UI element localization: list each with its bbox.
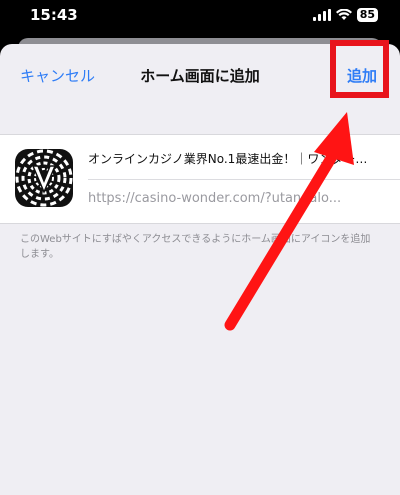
status-bar: 15:43 85	[0, 0, 400, 34]
signal-icon	[312, 9, 331, 21]
highlight-box	[330, 40, 389, 98]
description-text: このWebサイトにすばやくアクセスできるようにホーム画面にアイコンを追加します。	[20, 234, 371, 260]
page-title-field[interactable]: オンラインカジノ業界No.1最速出金！｜ワンダー…	[88, 150, 388, 167]
app-icon	[15, 149, 73, 207]
add-to-home-sheet: キャンセル ホーム画面に追加 追加 オンラインカジノ業界No.1最速出金！｜ワン…	[0, 40, 400, 495]
nav-bar: キャンセル ホーム画面に追加 追加	[0, 40, 400, 102]
divider	[88, 179, 400, 180]
status-icons: 85	[312, 8, 378, 22]
status-time: 15:43	[30, 6, 78, 24]
battery-icon: 85	[356, 8, 378, 22]
cancel-button[interactable]: キャンセル	[20, 65, 95, 86]
shortcut-card: オンラインカジノ業界No.1最速出金！｜ワンダー… https://casino…	[0, 134, 400, 224]
url-field: https://casino-wonder.com/?utandalo...	[88, 191, 342, 206]
wifi-icon	[335, 9, 352, 20]
